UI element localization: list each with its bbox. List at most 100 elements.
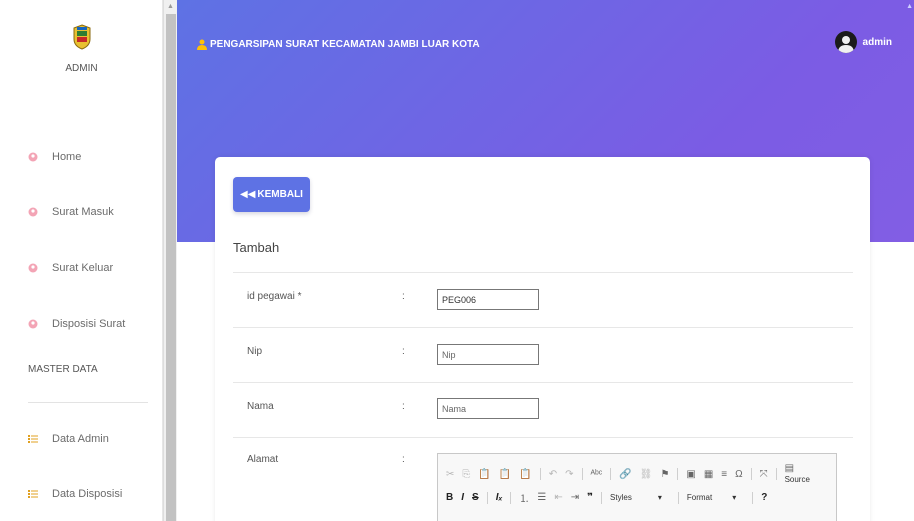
person-icon	[197, 39, 207, 50]
sidebar-item-disposisi-surat[interactable]: Disposisi Surat	[28, 318, 125, 330]
user-name: admin	[862, 36, 892, 48]
numbered-list-icon[interactable]: ⒈	[519, 490, 529, 505]
toolbar-separator	[581, 468, 583, 480]
paste-word-icon[interactable]: 📋	[519, 469, 531, 480]
sidebar-item-data-disposisi[interactable]: Data Disposisi	[28, 488, 122, 500]
nama-input[interactable]	[437, 398, 539, 419]
logo-text: ADMIN	[65, 63, 98, 74]
field-label-nip: Nip	[247, 346, 263, 357]
dropdown-arrow-icon: ▾	[657, 493, 662, 502]
sidebar: ADMIN Home Surat Masuk Surat Keluar Disp…	[0, 0, 163, 521]
field-label-alamat: Alamat	[247, 454, 279, 465]
scrollbar-thumb[interactable]	[166, 14, 176, 521]
divider	[233, 382, 853, 383]
id-pegawai-input[interactable]	[437, 289, 539, 310]
user-circle-icon	[28, 319, 38, 329]
bold-icon[interactable]: B	[446, 492, 453, 503]
field-colon: :	[402, 291, 405, 302]
user-circle-icon	[28, 263, 38, 273]
field-label-nama: Nama	[247, 401, 274, 412]
format-dropdown[interactable]: Format ▾	[687, 493, 744, 502]
sidebar-scrollbar[interactable]: ▲	[163, 0, 177, 521]
form-card: ◀◀ KEMBALI Tambah id pegawai * : Nip : N…	[215, 157, 870, 521]
source-doc-icon: ▤	[784, 463, 795, 474]
list-icon	[28, 435, 38, 443]
help-button[interactable]: ?	[761, 492, 767, 503]
toolbar-separator	[677, 468, 679, 480]
field-label-id-pegawai: id pegawai *	[247, 291, 302, 302]
source-button[interactable]: ▤Source	[785, 463, 828, 485]
scroll-up-arrow-icon[interactable]: ▲	[906, 3, 913, 10]
table-icon[interactable]: ▦	[704, 469, 713, 480]
double-chevron-left-icon: ◀◀	[240, 189, 256, 200]
dropdown-arrow-icon: ▾	[732, 493, 737, 502]
unlink-icon[interactable]: ⛓	[640, 469, 653, 480]
spellcheck-icon[interactable]: ᴬᵇᶜ	[590, 469, 602, 480]
toolbar-separator	[601, 491, 603, 504]
paste-text-icon[interactable]: 📋	[499, 469, 511, 480]
sidebar-item-data-admin[interactable]: Data Admin	[28, 433, 109, 445]
toolbar-separator	[775, 468, 777, 480]
toolbar-separator	[752, 491, 754, 504]
divider	[233, 327, 853, 328]
page-title-text: PENGARSIPAN SURAT KECAMATAN JAMBI LUAR K…	[210, 39, 480, 50]
back-button[interactable]: ◀◀ KEMBALI	[233, 177, 310, 212]
toolbar-separator	[510, 491, 512, 504]
copy-icon[interactable]: ⎘	[462, 469, 470, 480]
user-menu[interactable]: admin	[834, 31, 892, 53]
user-circle-icon	[28, 152, 38, 162]
styles-dropdown-label: Styles	[610, 493, 632, 502]
bulleted-list-icon[interactable]: ☰	[537, 492, 546, 503]
field-colon: :	[402, 454, 405, 465]
remove-format-icon[interactable]: Iₓ	[496, 492, 503, 503]
alamat-rich-text-editor[interactable]: ✂ ⎘ 📋 📋 📋 ↶ ↷ ᴬᵇᶜ 🔗 ⛓ ⚑ ▣ ▦ ≡ Ω ⤧ ▤Sourc…	[437, 453, 837, 521]
sidebar-item-label: Surat Masuk	[52, 206, 114, 218]
nip-input[interactable]	[437, 344, 539, 365]
anchor-flag-icon[interactable]: ⚑	[660, 469, 669, 480]
toolbar-separator	[539, 468, 541, 480]
undo-icon[interactable]: ↶	[549, 469, 557, 480]
redo-icon[interactable]: ↷	[565, 469, 573, 480]
toolbar-separator	[486, 491, 488, 504]
sidebar-item-label: Data Admin	[52, 433, 109, 445]
cut-icon[interactable]: ✂	[446, 469, 454, 480]
page-title: PENGARSIPAN SURAT KECAMATAN JAMBI LUAR K…	[197, 39, 480, 50]
scroll-up-arrow-icon[interactable]: ▲	[167, 3, 174, 10]
form-title: Tambah	[233, 240, 280, 255]
format-dropdown-label: Format	[686, 493, 713, 502]
paste-icon[interactable]: 📋	[478, 469, 490, 480]
italic-icon[interactable]: I	[461, 492, 464, 503]
logo-emblem-icon	[73, 24, 90, 50]
sidebar-item-label: Disposisi Surat	[52, 318, 126, 330]
outdent-icon[interactable]: ⇤	[554, 492, 562, 503]
avatar	[834, 31, 857, 53]
page-scrollbar[interactable]: ▲	[906, 0, 914, 521]
sidebar-item-home[interactable]: Home	[28, 151, 81, 163]
sidebar-item-surat-keluar[interactable]: Surat Keluar	[28, 262, 113, 274]
user-circle-icon	[28, 207, 38, 217]
sidebar-item-label: Data Disposisi	[52, 488, 123, 500]
sidebar-item-label: Surat Keluar	[52, 262, 114, 274]
toolbar-separator	[750, 468, 752, 480]
user-avatar-icon	[837, 36, 854, 53]
blockquote-icon[interactable]: ❞	[587, 492, 593, 503]
special-char-omega-icon[interactable]: Ω	[735, 469, 742, 480]
editor-toolbar-row-1: ✂ ⎘ 📋 📋 📋 ↶ ↷ ᴬᵇᶜ 🔗 ⛓ ⚑ ▣ ▦ ≡ Ω ⤧ ▤Sourc…	[446, 463, 836, 485]
indent-icon[interactable]: ⇥	[571, 492, 579, 503]
section-label-master-data: MASTER DATA	[28, 364, 98, 375]
maximize-icon[interactable]: ⤧	[760, 469, 768, 480]
link-icon[interactable]: 🔗	[619, 469, 631, 480]
sidebar-item-label: Home	[52, 151, 82, 163]
strikethrough-icon[interactable]: S	[472, 492, 479, 503]
back-button-label: KEMBALI	[257, 189, 303, 200]
source-label: Source	[784, 475, 810, 484]
toolbar-separator	[677, 491, 679, 504]
toolbar-separator	[610, 468, 612, 480]
sidebar-divider	[28, 402, 148, 403]
sidebar-item-surat-masuk[interactable]: Surat Masuk	[28, 206, 114, 218]
horizontal-line-icon[interactable]: ≡	[721, 469, 727, 480]
sidebar-brand[interactable]: ADMIN	[0, 0, 163, 74]
styles-dropdown[interactable]: Styles ▾	[610, 493, 670, 502]
divider	[233, 272, 853, 273]
image-icon[interactable]: ▣	[686, 469, 695, 480]
